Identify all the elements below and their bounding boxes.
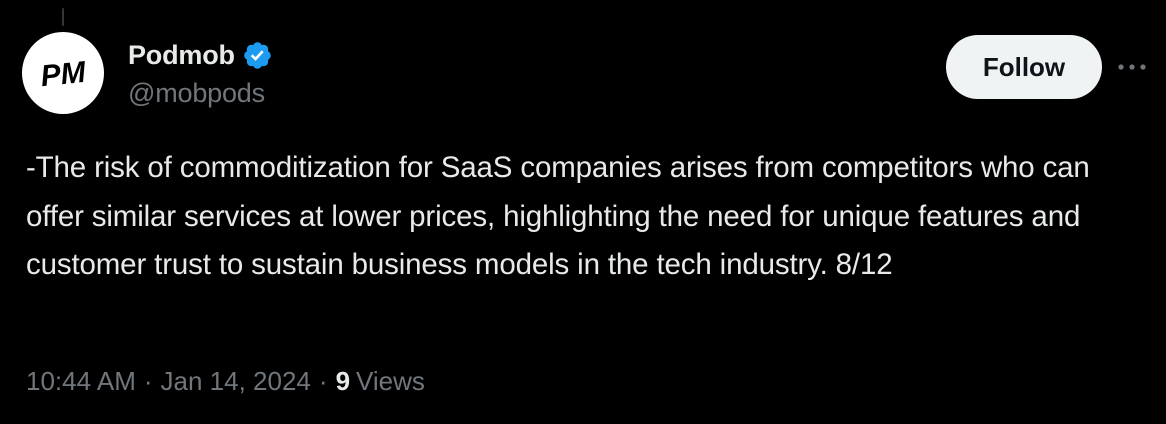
tweet-date[interactable]: Jan 14, 2024 <box>161 366 311 397</box>
tweet-time[interactable]: 10:44 AM <box>26 366 136 397</box>
follow-button[interactable]: Follow <box>946 35 1102 99</box>
meta-separator: · <box>143 366 153 396</box>
avatar[interactable]: PM <box>22 32 104 114</box>
meta-separator: · <box>318 366 328 396</box>
more-options-button[interactable] <box>1114 54 1150 80</box>
thread-connector-line <box>62 8 64 26</box>
views-count: 9 <box>335 366 351 396</box>
author-block: Podmob @mobpods <box>128 36 273 109</box>
tweet-text: -The risk of commoditization for SaaS co… <box>26 151 1090 281</box>
author-name-row: Podmob <box>128 36 273 74</box>
tweet-metadata: 10:44 AM · Jan 14, 2024 · 9 Views <box>26 366 425 397</box>
more-horizontal-icon <box>1118 64 1146 70</box>
podmob-logo: PM <box>39 56 88 94</box>
author-display-name[interactable]: Podmob <box>128 40 235 71</box>
verified-badge-icon[interactable] <box>242 40 273 71</box>
views-label: Views <box>356 366 425 396</box>
author-handle[interactable]: @mobpods <box>128 78 273 109</box>
avatar-logo-text: PM <box>39 56 88 94</box>
